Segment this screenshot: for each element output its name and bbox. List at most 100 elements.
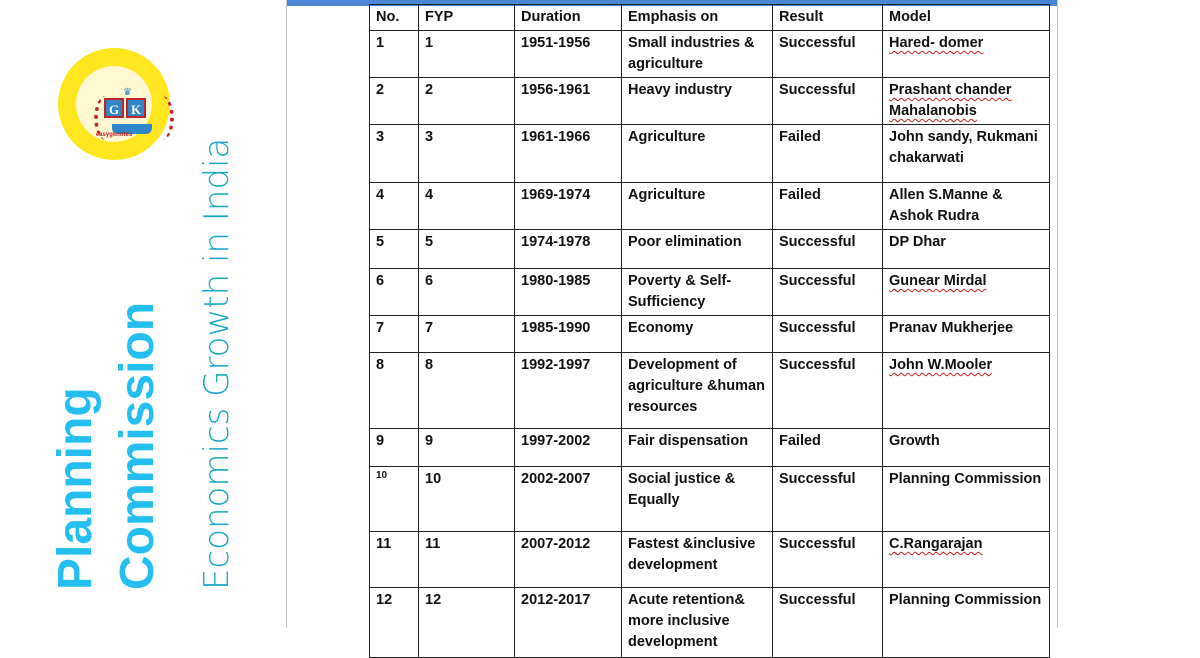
cell-duration: 1985-1990 — [514, 315, 622, 353]
cell-model: Allen S.Manne & Ashok Rudra — [882, 182, 1050, 230]
cell-duration: 1992-1997 — [514, 352, 622, 429]
document-page: No. FYP Duration Emphasis on Result Mode… — [286, 0, 1058, 658]
cell-fyp: 5 — [418, 229, 515, 269]
table-header-row: No. FYP Duration Emphasis on Result Mode… — [369, 4, 1050, 31]
cell-no: 4 — [369, 182, 419, 230]
cell-duration: 2002-2007 — [514, 466, 622, 532]
subtitle: Economics Growth in India — [197, 137, 237, 590]
header-model: Model — [882, 4, 1050, 31]
table-row: 6 6 1980-1985 Poverty & Self-Sufficiency… — [369, 268, 1050, 316]
cell-result: Successful — [772, 229, 883, 269]
cell-fyp: 10 — [418, 466, 515, 532]
model-text: John W.Mooler — [889, 357, 993, 373]
crown-icon: ♛ — [123, 87, 132, 98]
cell-fyp: 1 — [418, 30, 515, 78]
cell-fyp: 8 — [418, 352, 515, 429]
header-no: No. — [369, 4, 419, 31]
cell-emphasis: Poverty & Self-Sufficiency — [621, 268, 773, 316]
cell-duration: 2007-2012 — [514, 531, 622, 588]
cell-duration: 2012-2017 — [514, 587, 622, 658]
cell-duration: 1956-1961 — [514, 77, 622, 125]
table-row: 10 10 2002-2007 Social justice & Equally… — [369, 466, 1050, 532]
cell-model: C.Rangarajan — [882, 531, 1050, 588]
cell-fyp: 9 — [418, 428, 515, 467]
cell-emphasis: Small industries & agriculture — [621, 30, 773, 78]
table-row: 5 5 1974-1978 Poor elimination Successfu… — [369, 229, 1050, 269]
cell-result: Successful — [772, 77, 883, 125]
cell-model: Gunear Mirdal — [882, 268, 1050, 316]
cell-result: Failed — [772, 124, 883, 183]
cell-model: Planning Commission — [882, 587, 1050, 658]
model-text: Gunear Mirdal — [889, 273, 987, 289]
five-year-plans-table: No. FYP Duration Emphasis on Result Mode… — [369, 4, 1050, 658]
cell-no: 7 — [369, 315, 419, 353]
cell-no: 1 — [369, 30, 419, 78]
cell-result: Successful — [772, 30, 883, 78]
table-row: 8 8 1992-1997 Development of agriculture… — [369, 352, 1050, 429]
cell-model: John W.Mooler — [882, 352, 1050, 429]
cell-fyp: 12 — [418, 587, 515, 658]
table-row: 9 9 1997-2002 Fair dispensation Failed G… — [369, 428, 1050, 467]
cell-emphasis: Fair dispensation — [621, 428, 773, 467]
model-text: C.Rangarajan — [889, 536, 983, 552]
cell-duration: 1997-2002 — [514, 428, 622, 467]
title-line-2: Commission — [111, 301, 164, 590]
table-row: 3 3 1961-1966 Agriculture Failed John sa… — [369, 124, 1050, 183]
title-line-1: Planning — [49, 387, 102, 590]
cell-result: Successful — [772, 466, 883, 532]
cell-no: 12 — [369, 587, 419, 658]
model-text: Allen S.Manne & Ashok Rudra — [889, 187, 1003, 224]
table-row: 7 7 1985-1990 Economy Successful Pranav … — [369, 315, 1050, 353]
header-result: Result — [772, 4, 883, 31]
cell-duration: 1951-1956 — [514, 30, 622, 78]
cell-result: Successful — [772, 587, 883, 658]
cell-no: 10 — [369, 466, 419, 532]
cell-no: 6 — [369, 268, 419, 316]
cell-fyp: 11 — [418, 531, 515, 588]
cell-duration: 1961-1966 — [514, 124, 622, 183]
model-text: Hared- domer — [889, 35, 984, 51]
table-row: 1 1 1951-1956 Small industries & agricul… — [369, 30, 1050, 78]
model-text: Planning Commission — [889, 471, 1042, 487]
cell-model: John sandy, Rukmani chakarwati — [882, 124, 1050, 183]
table-row: 2 2 1956-1961 Heavy industry Successful … — [369, 77, 1050, 125]
header-fyp: FYP — [418, 4, 515, 31]
header-duration: Duration — [514, 4, 622, 31]
cell-no: 9 — [369, 428, 419, 467]
cell-fyp: 7 — [418, 315, 515, 353]
model-text: Growth — [889, 433, 940, 449]
cell-model: Growth — [882, 428, 1050, 467]
table-row: 4 4 1969-1974 Agriculture Failed Allen S… — [369, 182, 1050, 230]
cell-model: Prashant chander Mahalanobis — [882, 77, 1050, 125]
cell-no: 2 — [369, 77, 419, 125]
cell-fyp: 6 — [418, 268, 515, 316]
cell-result: Successful — [772, 531, 883, 588]
cell-no: 11 — [369, 531, 419, 588]
table-row: 11 11 2007-2012 Fastest &inclusive devel… — [369, 531, 1050, 588]
cell-result: Failed — [772, 182, 883, 230]
cell-model: Planning Commission — [882, 466, 1050, 532]
cell-model: Hared- domer — [882, 30, 1050, 78]
cell-no: 3 — [369, 124, 419, 183]
cell-emphasis: Social justice & Equally — [621, 466, 773, 532]
cell-emphasis: Development of agriculture &human resour… — [621, 352, 773, 429]
cell-fyp: 3 — [418, 124, 515, 183]
logo-letter-k: K — [126, 98, 146, 118]
model-text: Prashant chander Mahalanobis — [889, 82, 1012, 119]
cell-duration: 1974-1978 — [514, 229, 622, 269]
cell-model: Pranav Mukherjee — [882, 315, 1050, 353]
row-number-superscript: 10 — [376, 470, 388, 481]
cell-fyp: 4 — [418, 182, 515, 230]
model-text: DP Dhar — [889, 234, 946, 250]
cell-emphasis: Heavy industry — [621, 77, 773, 125]
gk-logo: ♛ G K easygknotes — [58, 48, 174, 160]
cell-duration: 1969-1974 — [514, 182, 622, 230]
cell-emphasis: Agriculture — [621, 124, 773, 183]
cell-no: 8 — [369, 352, 419, 429]
cell-emphasis: Economy — [621, 315, 773, 353]
cell-emphasis: Fastest &inclusive development — [621, 531, 773, 588]
cell-result: Successful — [772, 268, 883, 316]
cell-result: Successful — [772, 315, 883, 353]
cell-model: DP Dhar — [882, 229, 1050, 269]
cell-fyp: 2 — [418, 77, 515, 125]
